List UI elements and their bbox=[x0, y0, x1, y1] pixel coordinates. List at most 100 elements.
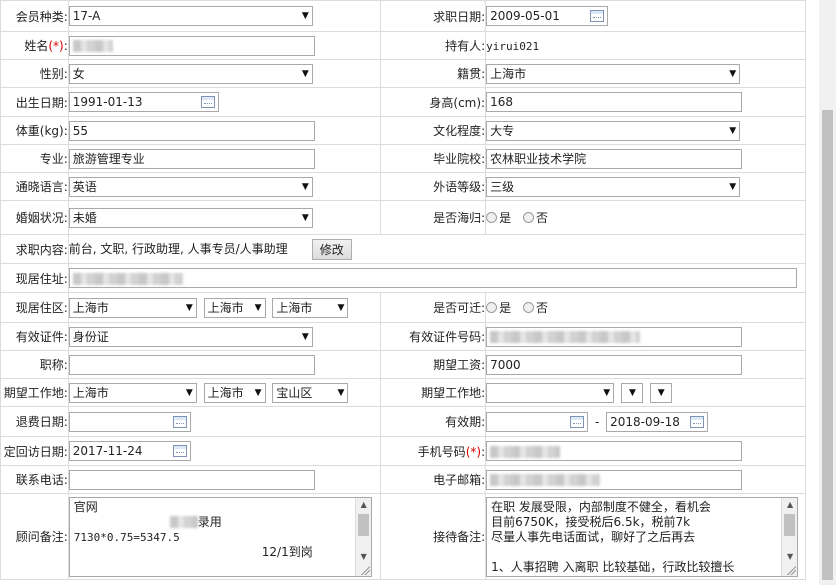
work-province-select[interactable]: 上海市 ▼ bbox=[68, 382, 197, 403]
validity-label: 有效期: bbox=[379, 406, 487, 437]
phone-label: 联系电话: bbox=[0, 465, 69, 494]
redacted-text bbox=[169, 516, 198, 528]
holder-label: 持有人: bbox=[379, 31, 487, 60]
chevron-down-icon: ▼ bbox=[729, 125, 737, 136]
mobile-input[interactable] bbox=[486, 441, 743, 461]
chevron-down-icon: ▼ bbox=[301, 212, 309, 223]
holder-value: yirui021 bbox=[486, 39, 540, 53]
range-separator: - bbox=[594, 414, 600, 429]
chevron-down-icon: ▼ bbox=[657, 387, 665, 398]
calendar-icon[interactable] bbox=[570, 415, 585, 428]
job-content-label: 求职内容: bbox=[0, 234, 69, 264]
name-input[interactable] bbox=[68, 35, 315, 56]
language-level-label: 外语等级: bbox=[379, 172, 487, 201]
relocate-no-radio[interactable] bbox=[522, 302, 534, 313]
candidate-form: 会员种类: 17-A ▼ 求职日期: 2009-05-01 姓名(*): 持有人:… bbox=[0, 0, 807, 580]
chevron-down-icon: ▼ bbox=[254, 387, 262, 398]
required-mark: (*) bbox=[465, 444, 482, 459]
id-number-input[interactable] bbox=[486, 326, 743, 347]
calendar-icon[interactable] bbox=[590, 10, 605, 22]
relocate-yes-radio[interactable] bbox=[486, 302, 498, 313]
modify-button[interactable]: 修改 bbox=[311, 238, 352, 260]
area-label: 现居住区: bbox=[0, 292, 69, 323]
gender-select[interactable]: 女 ▼ bbox=[68, 63, 313, 84]
height-input[interactable]: 168 bbox=[486, 92, 743, 112]
refund-date-input[interactable] bbox=[68, 411, 191, 432]
marital-select[interactable]: 未婚 ▼ bbox=[68, 207, 313, 228]
job-content-value: 前台, 文职, 行政助理, 人事专员/人事助理 bbox=[68, 241, 288, 256]
calendar-icon[interactable] bbox=[690, 415, 705, 428]
chevron-down-icon: ▼ bbox=[603, 387, 611, 398]
chevron-down-icon: ▼ bbox=[301, 181, 309, 192]
education-label: 文化程度: bbox=[379, 116, 487, 145]
language-select[interactable]: 英语 ▼ bbox=[68, 176, 313, 197]
area-province-select[interactable]: 上海市 ▼ bbox=[68, 297, 197, 318]
chevron-down-icon: ▼ bbox=[729, 181, 737, 192]
email-label: 电子邮箱: bbox=[379, 465, 487, 494]
relocate-label: 是否可迁: bbox=[379, 292, 487, 323]
address-input[interactable] bbox=[68, 268, 797, 288]
resize-grip-icon[interactable] bbox=[786, 564, 797, 575]
id-type-select[interactable]: 身份证 ▼ bbox=[68, 326, 313, 347]
work-place2-label: 期望工作地: bbox=[379, 378, 487, 407]
weight-input[interactable]: 55 bbox=[68, 120, 315, 141]
area-district-select[interactable]: 上海市 ▼ bbox=[272, 297, 349, 318]
school-input[interactable]: 农林职业技术学院 bbox=[486, 148, 743, 169]
work2-city-select[interactable]: ▼ bbox=[620, 382, 643, 403]
redacted-text bbox=[72, 272, 183, 285]
mobile-label: 手机号码(*): bbox=[379, 436, 487, 466]
id-type-label: 有效证件: bbox=[0, 322, 69, 351]
redacted-text bbox=[72, 40, 113, 52]
area-city-select[interactable]: 上海市 ▼ bbox=[203, 297, 266, 318]
refund-date-label: 退费日期: bbox=[0, 406, 69, 437]
title-input[interactable] bbox=[68, 354, 315, 375]
overseas-no-radio[interactable] bbox=[522, 212, 534, 223]
reception-note-textarea[interactable]: 在职 发展受限，内部制度不健全，看机会 目前6750K，接受税后6.5k，税前7… bbox=[486, 496, 799, 577]
job-date-input[interactable]: 2009-05-01 bbox=[486, 6, 609, 26]
language-level-select[interactable]: 三级 ▼ bbox=[486, 176, 741, 197]
page-scrollbar-thumb[interactable] bbox=[822, 110, 833, 580]
work2-province-select[interactable]: ▼ bbox=[486, 382, 615, 403]
calendar-icon[interactable] bbox=[172, 445, 187, 457]
major-input[interactable]: 旅游管理专业 bbox=[68, 148, 315, 169]
address-label: 现居住址: bbox=[0, 263, 69, 293]
revisit-date-input[interactable]: 2017-11-24 bbox=[68, 441, 191, 461]
work-district-select[interactable]: 宝山区 ▼ bbox=[272, 382, 349, 403]
birth-label: 出生日期: bbox=[0, 87, 69, 117]
education-select[interactable]: 大专 ▼ bbox=[486, 120, 741, 141]
page-scrollbar[interactable] bbox=[819, 0, 836, 585]
resize-grip-icon[interactable] bbox=[359, 564, 370, 575]
chevron-down-icon: ▼ bbox=[301, 331, 309, 342]
name-label: 姓名(*): bbox=[0, 31, 69, 60]
salary-input[interactable]: 7000 bbox=[486, 354, 743, 375]
chevron-down-icon: ▼ bbox=[185, 302, 193, 313]
member-type-select[interactable]: 17-A ▼ bbox=[68, 6, 313, 26]
native-select[interactable]: 上海市 ▼ bbox=[486, 63, 741, 84]
language-label: 通晓语言: bbox=[0, 172, 69, 201]
native-label: 籍贯: bbox=[379, 59, 487, 88]
work-place-label: 期望工作地: bbox=[0, 378, 69, 407]
chevron-down-icon: ▼ bbox=[337, 302, 345, 313]
overseas-label: 是否海归: bbox=[379, 200, 487, 235]
work2-district-select[interactable]: ▼ bbox=[649, 382, 672, 403]
email-input[interactable] bbox=[486, 469, 743, 490]
height-label: 身高(cm): bbox=[379, 87, 487, 117]
salary-label: 期望工资: bbox=[379, 350, 487, 379]
consultant-note-textarea[interactable]: 官网 录用 7130*0.75=5347.5 12/1到岗 ▲ ▼ bbox=[68, 496, 372, 577]
validity-end-input[interactable]: 2018-09-18 bbox=[606, 411, 709, 432]
chevron-down-icon: ▼ bbox=[254, 302, 262, 313]
title-label: 职称: bbox=[0, 350, 69, 379]
marital-label: 婚姻状况: bbox=[0, 200, 69, 235]
birth-date-input[interactable]: 1991-01-13 bbox=[68, 92, 219, 112]
work-city-select[interactable]: 上海市 ▼ bbox=[203, 382, 266, 403]
validity-start-input[interactable] bbox=[486, 411, 589, 432]
redacted-text bbox=[490, 474, 601, 486]
phone-input[interactable] bbox=[68, 469, 315, 490]
calendar-icon[interactable] bbox=[172, 415, 187, 428]
chevron-down-icon: ▼ bbox=[628, 387, 636, 398]
school-label: 毕业院校: bbox=[379, 144, 487, 173]
chevron-down-icon: ▼ bbox=[185, 387, 193, 398]
calendar-icon[interactable] bbox=[200, 96, 215, 108]
overseas-yes-radio[interactable] bbox=[486, 212, 498, 223]
reception-note-label: 接待备注: bbox=[379, 493, 487, 580]
